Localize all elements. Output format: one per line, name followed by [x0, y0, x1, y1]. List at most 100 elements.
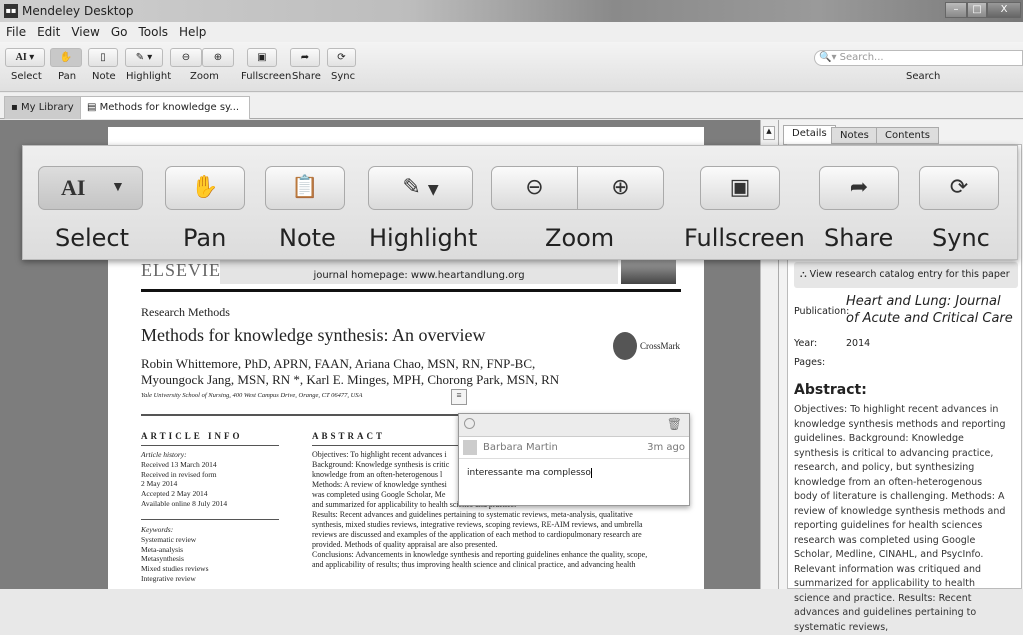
share-icon: ➦ — [849, 175, 869, 200]
divider — [141, 289, 681, 292]
keyword: Metasynthesis — [141, 554, 184, 564]
menu-view[interactable]: View — [71, 25, 99, 39]
comment-text: interessante ma complesso — [467, 468, 591, 478]
history-item: Available online 8 July 2014 — [141, 498, 228, 508]
abstract-line: reviews are discussed and examples of th… — [312, 530, 642, 539]
title-bar: ▪▪ Mendeley Desktop – □ X — [0, 0, 1023, 22]
note-icon: ▯ — [100, 52, 106, 63]
menu-file[interactable]: File — [6, 25, 26, 39]
menu-go[interactable]: Go — [111, 25, 128, 39]
search-label: Search — [906, 71, 941, 82]
zoom-in-button[interactable]: ⊕ — [202, 48, 234, 67]
search-input[interactable]: 🔍▾ Search... — [814, 50, 1023, 66]
pan-button[interactable]: ✋ — [165, 166, 245, 210]
maximize-button[interactable]: □ — [967, 2, 987, 18]
zoom-label: Zoom — [545, 224, 615, 252]
year-label: Year: — [794, 338, 818, 349]
journal-homepage: journal homepage: www.heartandlung.org — [220, 258, 618, 284]
highlight-button[interactable]: ✎ ▼ — [368, 166, 473, 210]
library-icon: ▪ — [11, 102, 21, 113]
sync-button[interactable]: ⟳ — [919, 166, 999, 210]
abstract-text[interactable]: Objectives: To highlight recent advances… — [794, 403, 1006, 635]
note-label: Note — [279, 224, 336, 252]
text-cursor — [590, 468, 592, 478]
authors-line-2: Myoungock Jang, MSN, RN *, Karl E. Minge… — [141, 372, 560, 387]
fullscreen-button[interactable]: ▣ — [700, 166, 780, 210]
authors-line-1: Robin Whittemore, PhD, APRN, FAAN, Arian… — [141, 356, 536, 371]
history-item: 2 May 2014 — [141, 479, 178, 489]
chevron-down-icon: ▼ — [111, 180, 125, 195]
pan-label: Pan — [183, 224, 227, 252]
section-label: Research Methods — [141, 305, 230, 319]
comment-popup: 🗑 Barbara Martin 3m ago interessante ma … — [458, 413, 690, 506]
note-button[interactable]: 📋 — [265, 166, 345, 210]
mendeley-logo-icon: ▪▪ — [4, 4, 18, 18]
zoom-out-button[interactable]: ⊖ — [491, 166, 578, 210]
keyword: Mixed studies reviews — [141, 564, 209, 574]
search-icon: 🔍▾ — [819, 52, 837, 63]
pan-hand-icon: ✋ — [59, 52, 73, 63]
fullscreen-label: Fullscreen — [684, 224, 805, 252]
fullscreen-label: Fullscreen — [241, 71, 292, 82]
note-marker-icon[interactable]: ≡ — [451, 389, 467, 405]
abstract-heading: ABSTRACT — [312, 431, 386, 441]
history-heading: Article history: — [141, 450, 187, 459]
divider — [141, 445, 279, 446]
zoom-out-button[interactable]: ⊖ — [170, 48, 202, 67]
note-icon: 📋 — [291, 175, 319, 200]
zoom-out-icon: ⊖ — [525, 175, 544, 200]
paper-title: Methods for knowledge synthesis: An over… — [141, 325, 486, 345]
zoom-in-button[interactable]: ⊕ — [577, 166, 664, 210]
scroll-up-icon[interactable]: ▲ — [763, 126, 775, 140]
trash-icon[interactable]: 🗑 — [667, 417, 682, 431]
share-button[interactable]: ➦ — [290, 48, 320, 67]
keyword: Integrative review — [141, 573, 196, 583]
sync-button[interactable]: ⟳ — [327, 48, 356, 67]
share-label: Share — [292, 71, 321, 82]
select-text-icon: AI ▾ — [15, 52, 35, 63]
tab-contents[interactable]: Contents — [876, 127, 939, 144]
menu-edit[interactable]: Edit — [37, 25, 60, 39]
sync-label: Sync — [331, 71, 356, 82]
tab-notes[interactable]: Notes — [831, 127, 878, 144]
select-label: Select — [11, 71, 42, 82]
tab-my-library[interactable]: ▪ My Library — [4, 96, 81, 119]
menu-help[interactable]: Help — [179, 25, 206, 39]
pan-button[interactable]: ✋ — [50, 48, 82, 67]
document-icon: ▤ — [87, 102, 100, 113]
share-button[interactable]: ➦ — [819, 166, 899, 210]
year-value[interactable]: 2014 — [846, 338, 870, 349]
sync-icon: ⟳ — [949, 175, 969, 200]
affiliation: Yale University School of Nursing, 400 W… — [141, 392, 363, 399]
share-icon: ➦ — [300, 52, 310, 63]
abstract-line: provided. Methods of quality appraisal a… — [312, 540, 498, 549]
tab-document[interactable]: ▤ Methods for knowledge sy... ✕ — [80, 96, 250, 135]
status-circle-icon[interactable] — [464, 418, 475, 429]
abstract-line: synthesis, mixed studies reviews, integr… — [312, 520, 643, 529]
close-button[interactable]: X — [987, 2, 1021, 18]
minimize-button[interactable]: – — [945, 2, 967, 18]
select-button[interactable]: AI ▼ — [38, 166, 143, 210]
comment-input[interactable]: interessante ma complesso — [459, 459, 689, 487]
zoom-out-icon: ⊖ — [181, 52, 191, 63]
toolbar-zoom-callout: AI ▼ ✋ 📋 ✎ ▼ ⊖ ⊕ ▣ ➦ ⟳ Select Pan Note Hi… — [22, 145, 1018, 260]
highlight-icon: ✎ — [402, 175, 421, 200]
abstract-line: Results: Recent advances and guidelines … — [312, 510, 633, 519]
article-history: Article history: Received 13 March 2014 … — [141, 450, 227, 509]
journal-cover — [621, 258, 676, 284]
tab-details[interactable]: Details — [783, 125, 836, 145]
publication-value[interactable]: Heart and Lung: Journal of Acute and Cri… — [846, 293, 1016, 327]
fullscreen-icon: ▣ — [257, 52, 267, 63]
share-label: Share — [824, 224, 894, 252]
keywords-heading: Keywords: — [141, 525, 174, 534]
catalog-entry-button[interactable]: ⛬ View research catalog entry for this p… — [794, 262, 1018, 288]
highlight-button[interactable]: ✎ ▾ — [125, 48, 163, 67]
select-text-icon: AI — [61, 175, 86, 200]
select-button[interactable]: AI ▾ — [5, 48, 45, 67]
note-button[interactable]: ▯ — [88, 48, 118, 67]
abstract-line: and applicability of results; thus impro… — [312, 560, 636, 569]
menu-tools[interactable]: Tools — [138, 25, 168, 39]
highlight-label: Highlight — [369, 224, 478, 252]
history-item: Accepted 2 May 2014 — [141, 489, 208, 499]
fullscreen-button[interactable]: ▣ — [247, 48, 277, 67]
